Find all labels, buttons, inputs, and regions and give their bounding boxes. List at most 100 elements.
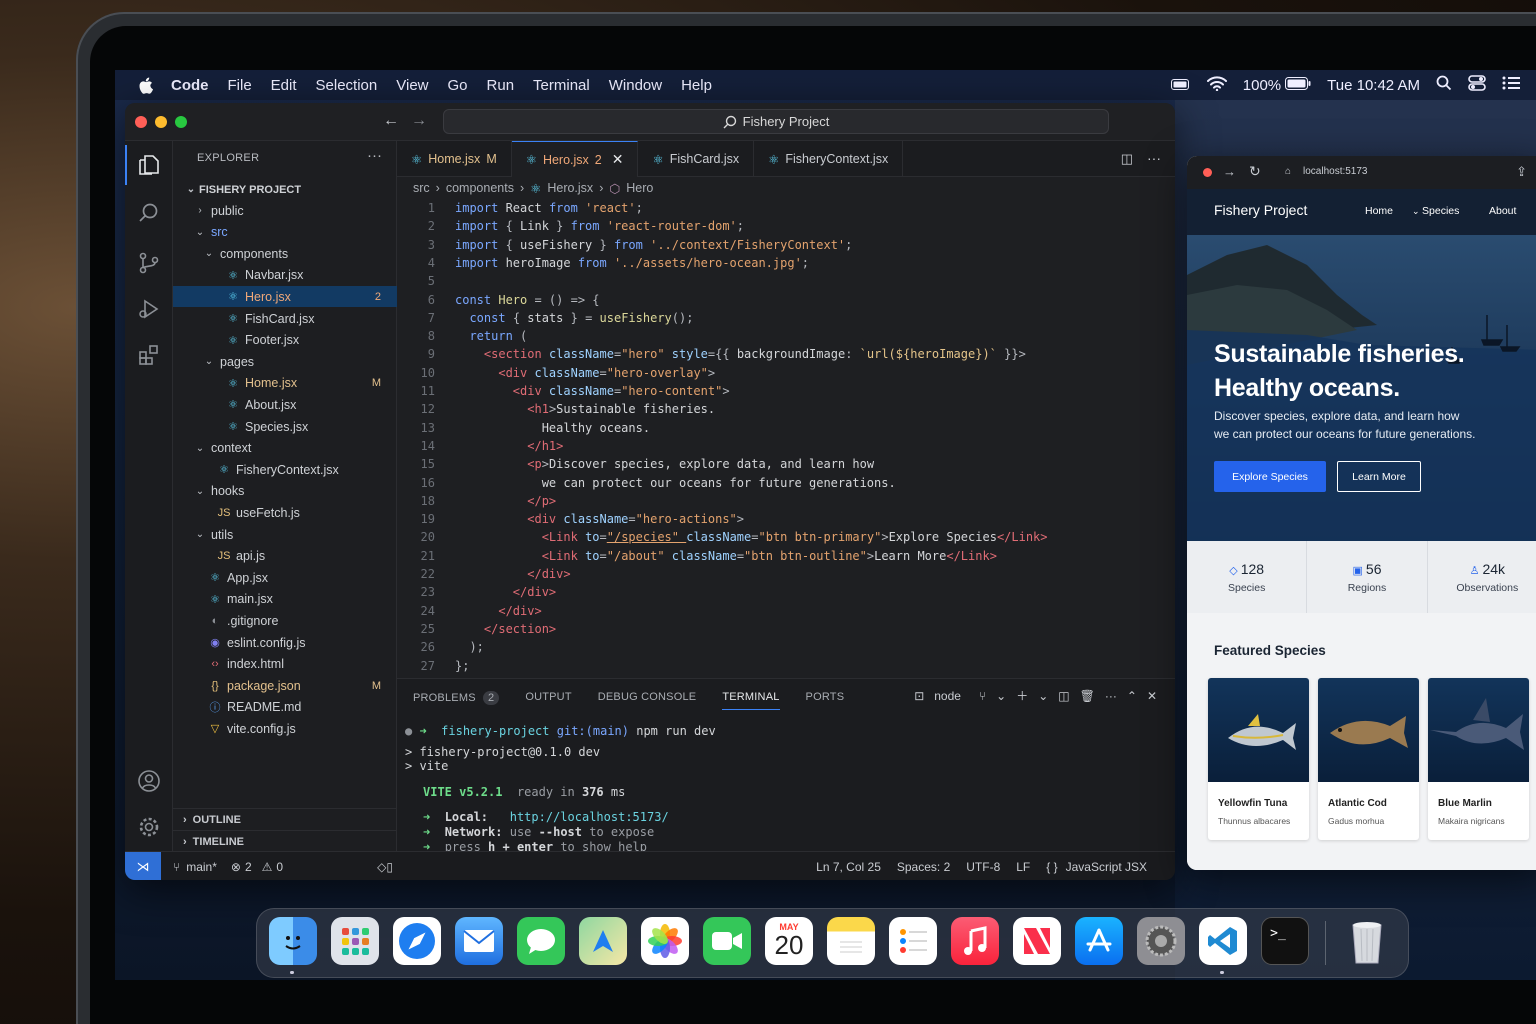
- split-terminal-icon[interactable]: ⑂: [979, 689, 986, 703]
- menu-go[interactable]: Go: [448, 77, 468, 94]
- reload-icon[interactable]: ↻: [1249, 163, 1261, 180]
- control-center-icon[interactable]: [1468, 75, 1486, 95]
- new-terminal-icon[interactable]: ＋: [1016, 687, 1028, 704]
- explore-species-button[interactable]: Explore Species: [1214, 461, 1326, 492]
- nav-home-link[interactable]: Home: [1365, 205, 1393, 217]
- tab-output[interactable]: OUTPUT: [525, 691, 571, 710]
- close-window-button[interactable]: [135, 116, 147, 128]
- music-icon[interactable]: [951, 917, 999, 965]
- app-store-icon[interactable]: [1075, 917, 1123, 965]
- species-card[interactable]: Blue Marlin Makaira nigricans: [1428, 678, 1529, 840]
- menu-window[interactable]: Window: [609, 77, 662, 94]
- spotlight-search-icon[interactable]: [1436, 75, 1452, 95]
- tree-file[interactable]: ⚛ Navbar.jsx: [173, 265, 397, 286]
- breadcrumb-item[interactable]: Hero.jsx: [547, 181, 593, 196]
- tree-file[interactable]: ◉ eslint.config.js: [173, 632, 397, 653]
- menu-run[interactable]: Run: [487, 77, 515, 94]
- zoom-window-button[interactable]: [175, 116, 187, 128]
- more-actions-icon[interactable]: ···: [1105, 689, 1117, 703]
- close-window-button[interactable]: [1203, 168, 1212, 177]
- cursor-position[interactable]: Ln 7, Col 25: [816, 860, 881, 874]
- trash-icon[interactable]: [1343, 917, 1391, 965]
- nav-species-link[interactable]: Species: [1422, 205, 1459, 217]
- command-center-search[interactable]: Fishery Project: [443, 109, 1109, 134]
- home-icon[interactable]: ⌂: [1285, 166, 1291, 177]
- menu-file[interactable]: File: [228, 77, 252, 94]
- clock[interactable]: Tue 10:42 AM: [1327, 77, 1420, 94]
- tree-file[interactable]: ⚛ Footer.jsx: [173, 330, 397, 351]
- split-editor-icon[interactable]: ◫: [1121, 151, 1133, 176]
- news-icon[interactable]: [1013, 917, 1061, 965]
- menu-app-name[interactable]: Code: [171, 77, 209, 94]
- tab-hero-jsx[interactable]: ⚛ Hero.jsx 2 ✕: [511, 141, 639, 177]
- tree-folder[interactable]: ⌄ utils: [173, 524, 397, 545]
- language-mode[interactable]: JavaScript JSX: [1066, 860, 1147, 874]
- tree-file[interactable]: ⚛ main.jsx: [173, 589, 397, 610]
- local-url-link[interactable]: http://localhost:5173/: [510, 810, 669, 824]
- vscode-dock-icon[interactable]: [1199, 917, 1247, 965]
- tree-file[interactable]: ⚛ App.jsx: [173, 567, 397, 588]
- safari-icon[interactable]: [393, 917, 441, 965]
- source-control-icon[interactable]: [137, 251, 161, 275]
- git-branch[interactable]: main*: [186, 860, 217, 874]
- tree-file[interactable]: JS api.js: [173, 546, 397, 567]
- trash-icon[interactable]: 🗑: [1080, 689, 1095, 703]
- address-bar[interactable]: localhost:5173: [1303, 166, 1368, 177]
- encoding[interactable]: UTF-8: [966, 860, 1000, 874]
- notification-center-icon[interactable]: [1502, 76, 1520, 94]
- close-tab-icon[interactable]: ✕: [612, 151, 624, 168]
- more-actions-icon[interactable]: ···: [1147, 150, 1161, 176]
- battery-small-icon[interactable]: [1170, 77, 1191, 94]
- accounts-icon[interactable]: [137, 769, 161, 793]
- tree-file[interactable]: ⚛ Home.jsx M: [173, 373, 397, 394]
- calendar-icon[interactable]: MAY 20: [765, 917, 813, 965]
- menu-terminal[interactable]: Terminal: [533, 77, 590, 94]
- tree-file[interactable]: ⚛ Species.jsx: [173, 416, 397, 437]
- terminal-dock-icon[interactable]: >_: [1261, 917, 1309, 965]
- nav-about-link[interactable]: About: [1489, 205, 1516, 217]
- chevron-down-icon[interactable]: ⌄: [1038, 689, 1048, 703]
- tab-terminal[interactable]: TERMINAL: [722, 691, 780, 710]
- learn-more-button[interactable]: Learn More: [1337, 461, 1421, 492]
- tab-fisherycontext-jsx[interactable]: ⚛ FisheryContext.jsx: [754, 141, 904, 177]
- menu-view[interactable]: View: [396, 77, 428, 94]
- tree-file[interactable]: JS useFetch.js: [173, 502, 397, 523]
- tree-file[interactable]: ⚛ FisheryContext.jsx: [173, 459, 397, 480]
- menu-help[interactable]: Help: [681, 77, 712, 94]
- run-debug-icon[interactable]: [137, 297, 161, 321]
- wifi-icon[interactable]: [1206, 75, 1227, 95]
- tree-folder[interactable]: ⌄ hooks: [173, 481, 397, 502]
- maximize-panel-icon[interactable]: ⌃: [1127, 689, 1137, 703]
- finder-icon[interactable]: [269, 917, 317, 965]
- explorer-files-icon[interactable]: [137, 153, 161, 177]
- indentation[interactable]: Spaces: 2: [897, 860, 950, 874]
- reminders-icon[interactable]: [889, 917, 937, 965]
- mail-icon[interactable]: [455, 917, 503, 965]
- breadcrumb-item[interactable]: src: [413, 181, 430, 196]
- species-card[interactable]: Atlantic Cod Gadus morhua: [1318, 678, 1419, 840]
- extensions-icon[interactable]: [137, 343, 161, 367]
- maps-icon[interactable]: [579, 917, 627, 965]
- tree-folder[interactable]: ⌄ components: [173, 243, 397, 264]
- tree-folder[interactable]: ⌄ context: [173, 438, 397, 459]
- terminal-shell-name[interactable]: node: [934, 689, 961, 703]
- line-ending[interactable]: LF: [1016, 860, 1030, 874]
- back-arrow-icon[interactable]: →: [1223, 164, 1236, 179]
- tree-folder[interactable]: ⌄ pages: [173, 351, 397, 372]
- tree-file[interactable]: ⚛ Hero.jsx 2: [173, 286, 397, 308]
- tree-folder[interactable]: › public: [173, 200, 397, 221]
- tab-fishcard-jsx[interactable]: ⚛ FishCard.jsx: [638, 141, 755, 177]
- split-panel-icon[interactable]: ◫: [1058, 689, 1069, 703]
- outline-section[interactable]: › OUTLINE: [173, 808, 397, 830]
- tree-file[interactable]: ◐ .gitignore: [173, 610, 397, 631]
- settings-gear-icon[interactable]: [137, 815, 161, 839]
- search-sidebar-icon[interactable]: [137, 201, 161, 225]
- notes-icon[interactable]: [827, 917, 875, 965]
- tab-problems[interactable]: PROBLEMS 2: [413, 691, 500, 710]
- project-root[interactable]: ⌄ FISHERY PROJECT: [173, 179, 397, 200]
- tree-file[interactable]: ▽ vite.config.js: [173, 718, 397, 739]
- tree-file[interactable]: {} package.json M: [173, 675, 397, 696]
- close-panel-icon[interactable]: ✕: [1147, 689, 1157, 703]
- species-card[interactable]: Yellowfin Tuna Thunnus albacares: [1208, 678, 1309, 840]
- more-actions-icon[interactable]: ···: [367, 147, 382, 164]
